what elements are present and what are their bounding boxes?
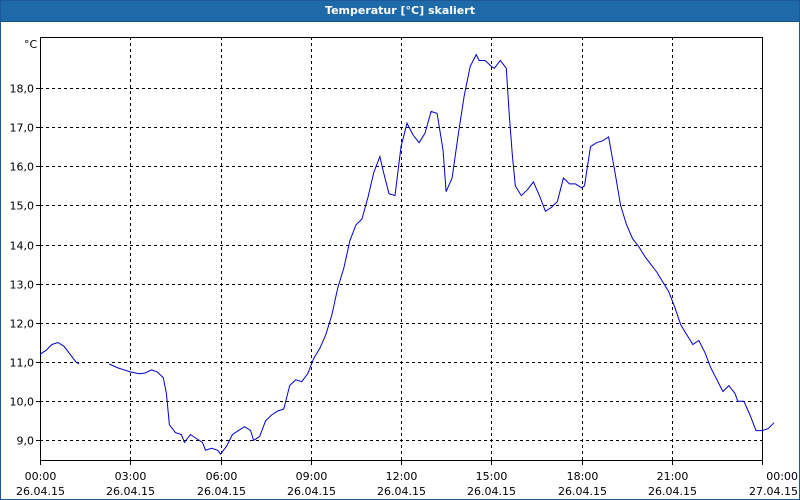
x-tick-date-label: 26.04.15 — [106, 485, 155, 498]
y-tick-label: 15,0 — [10, 200, 35, 213]
y-tick-label: 14,0 — [10, 240, 35, 253]
x-tick-time-label: 00:00 — [25, 470, 57, 483]
x-tick-time-label: 18:00 — [567, 470, 599, 483]
x-tick-date-label: 26.04.15 — [197, 485, 246, 498]
x-tick-time-label: 12:00 — [386, 470, 418, 483]
x-tick-time-label: 03:00 — [115, 470, 147, 483]
x-tick-time-label: 21:00 — [657, 470, 689, 483]
y-axis-unit-label: °C — [24, 38, 38, 51]
x-tick-time-label: 15:00 — [476, 470, 508, 483]
x-tick-time-label: 06:00 — [206, 470, 238, 483]
y-tick-label: 17,0 — [10, 122, 35, 135]
grid — [40, 37, 762, 460]
x-tick-date-label: 26.04.15 — [377, 485, 426, 498]
y-tick-label: 13,0 — [10, 279, 35, 292]
x-tick-time-label: 09:00 — [296, 470, 328, 483]
series-layer — [39, 53, 775, 455]
x-tick-date-label: 26.04.15 — [467, 485, 516, 498]
y-tick-label: 10,0 — [10, 396, 35, 409]
x-tick-date-label: 26.04.15 — [16, 485, 65, 498]
temperature-chart: 9,010,011,012,013,014,015,016,017,018,0 … — [10, 37, 798, 498]
x-tick-date-label: 26.04.15 — [648, 485, 697, 498]
y-tick-label: 9,0 — [17, 435, 35, 448]
x-tick-date-label: 26.04.15 — [558, 485, 607, 498]
y-tick-label: 12,0 — [10, 318, 35, 331]
x-axis: 00:00 26.04.15 03:00 26.04.15 06:00 26.04.15 0… — [16, 460, 798, 498]
x-tick-date-label: 27.04.15 — [749, 485, 798, 498]
y-tick-label: 11,0 — [10, 357, 35, 370]
temperature-line-segment — [108, 53, 775, 455]
y-tick-label: 18,0 — [10, 83, 35, 96]
x-tick-time-label: 00:00 — [766, 470, 798, 483]
y-tick-label: 16,0 — [10, 161, 35, 174]
y-axis: 9,0 10,0 11,0 12,0 13,0 14,0 15,0 16,0 17,0 18,0 — [10, 83, 40, 448]
x-tick-date-label: 26.04.15 — [287, 485, 336, 498]
temperature-line-segment — [39, 341, 80, 365]
